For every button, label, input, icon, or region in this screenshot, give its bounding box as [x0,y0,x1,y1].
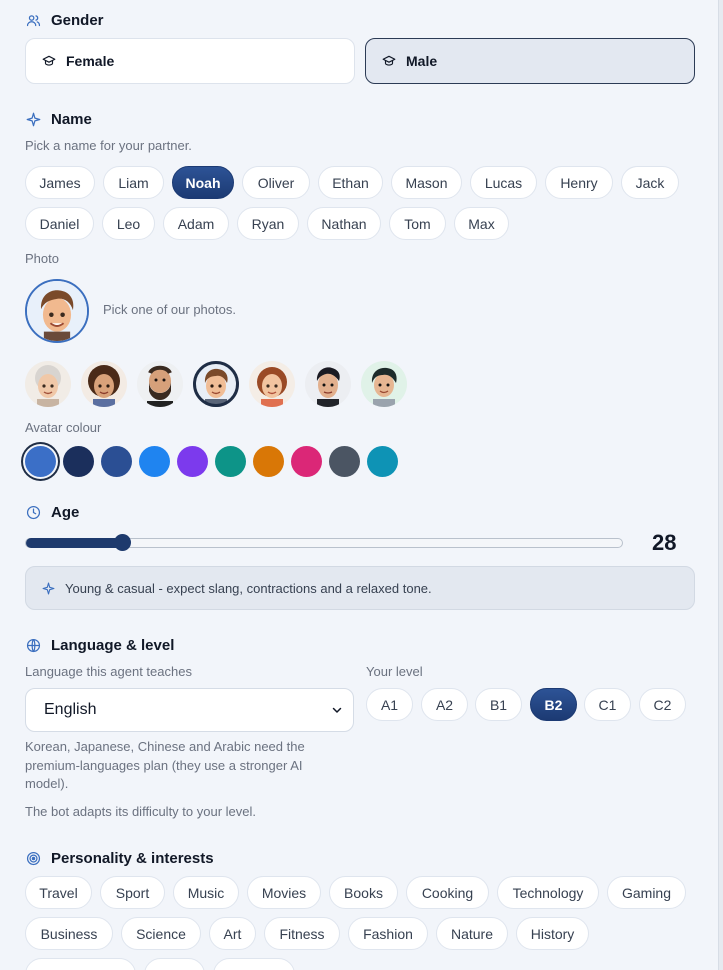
colour-swatch[interactable] [253,446,284,477]
level-label: Your level [366,664,423,679]
age-slider-fill [26,538,128,548]
age-title-text: Age [51,504,80,521]
name-chip[interactable]: Adam [163,207,229,240]
elderly-woman-avatar[interactable] [25,361,71,407]
interest-chip[interactable]: Books [329,876,398,909]
bearded-man-avatar[interactable] [137,361,183,407]
language-select-label: Language this agent teaches [25,664,192,679]
age-tone-text: Young & casual - expect slang, contracti… [65,580,432,596]
name-title-text: Name [51,111,92,128]
colour-swatch[interactable] [101,446,132,477]
curly-hair-woman-avatar[interactable] [81,361,127,407]
dark-hair-man-avatar[interactable] [305,361,351,407]
colour-swatch[interactable] [63,446,94,477]
name-chip-selected[interactable]: Noah [172,166,234,199]
age-slider-handle[interactable] [114,534,131,551]
level-chip[interactable]: C1 [584,688,631,721]
redhead-woman-avatar[interactable] [249,361,295,407]
colour-swatch[interactable] [367,446,398,477]
interest-chip[interactable]: Nature [436,917,508,950]
name-chip[interactable]: Leo [102,207,155,240]
interest-chip[interactable]: Business [25,917,113,950]
name-chip[interactable]: Henry [545,166,613,199]
level-chip-selected[interactable]: B2 [530,688,577,721]
interest-chip[interactable]: Cooking [406,876,489,909]
young-man-avatar-selected[interactable] [193,361,239,407]
name-chip[interactable]: Oliver [242,166,310,199]
colour-swatch[interactable] [177,446,208,477]
interest-chip[interactable]: Gaming [607,876,686,909]
gender-male-button[interactable]: Male [365,38,695,84]
interest-chip[interactable]: Fitness [264,917,340,950]
level-chip[interactable]: B1 [475,688,522,721]
gender-title-text: Gender [51,12,104,29]
age-tone-callout: Young & casual - expect slang, contracti… [25,566,695,610]
personality-title-text: Personality & interests [51,850,214,867]
colour-swatch[interactable] [291,446,322,477]
interest-chip[interactable]: Photography [25,958,136,970]
sparkle-icon [25,112,41,128]
name-chip[interactable]: Liam [103,166,164,199]
language-select-value: English [44,701,97,718]
language-select[interactable]: English [25,688,354,732]
level-chip[interactable]: C2 [639,688,686,721]
personality-section-title: Personality & interests [25,850,214,867]
name-chip[interactable]: Mason [391,166,462,199]
scrollbar-gutter [718,0,723,970]
name-hint: Pick a name for your partner. [25,138,192,153]
name-chip[interactable]: James [25,166,95,199]
name-section-title: Name [25,111,92,128]
name-chip[interactable]: Ethan [318,166,383,199]
gender-male-label: Male [406,53,438,69]
premium-languages-note: Korean, Japanese, Chinese and Arabic nee… [25,739,305,791]
colour-swatch[interactable] [139,446,170,477]
colour-swatch[interactable] [215,446,246,477]
colour-swatch-selected[interactable] [25,446,56,477]
interest-chip[interactable]: Cars [213,958,295,970]
age-section-title: Age [25,504,79,521]
photo-label: Photo [25,251,59,266]
name-chip[interactable]: Jack [621,166,679,199]
sparkle-icon [42,582,55,594]
globe-icon [25,638,41,654]
name-chip[interactable]: Ryan [237,207,299,240]
level-chip[interactable]: A2 [421,688,468,721]
interest-chip[interactable]: Music [173,876,239,909]
name-chip[interactable]: Max [454,207,509,240]
interest-chip[interactable]: Travel [25,876,92,909]
name-chip[interactable]: Lucas [470,166,537,199]
gender-female-button[interactable]: Female [25,38,355,84]
gender-female-label: Female [66,53,115,69]
age-slider[interactable] [25,534,623,551]
interest-chip[interactable]: History [516,917,589,950]
interest-chip[interactable]: Art [209,917,256,950]
level-chip[interactable]: A1 [366,688,413,721]
avatar-colour-label: Avatar colour [25,420,102,435]
users-icon [25,13,41,29]
language-title-text: Language & level [51,637,175,654]
gender-section-title: Gender [25,12,104,29]
colour-swatch[interactable] [329,446,360,477]
interest-chip[interactable]: Science [121,917,201,950]
language-section-title: Language & level [25,637,174,654]
clock-icon [25,505,41,521]
name-chip[interactable]: Daniel [25,207,94,240]
selected-photo-preview [25,279,89,343]
short-hair-woman-avatar[interactable] [361,361,407,407]
chevron-down-icon [332,707,342,713]
interest-chip[interactable]: Technology [497,876,599,909]
interest-chip[interactable]: Fashion [348,917,428,950]
name-chip[interactable]: Tom [389,207,446,240]
age-value: 28 [652,530,677,555]
mortarboard-icon [382,55,396,66]
interest-chip[interactable]: Movies [247,876,321,909]
difficulty-note: The bot adapts its difficulty to your le… [25,804,256,819]
interest-chip[interactable]: Sport [100,876,165,909]
partner-settings-page: Gender Female Male Name Pick a name for … [0,0,723,970]
target-icon [25,851,41,867]
mortarboard-icon [42,55,56,66]
name-chip[interactable]: Nathan [307,207,381,240]
interest-chip[interactable]: Food [144,958,205,970]
photo-hint: Pick one of our photos. [103,302,236,317]
